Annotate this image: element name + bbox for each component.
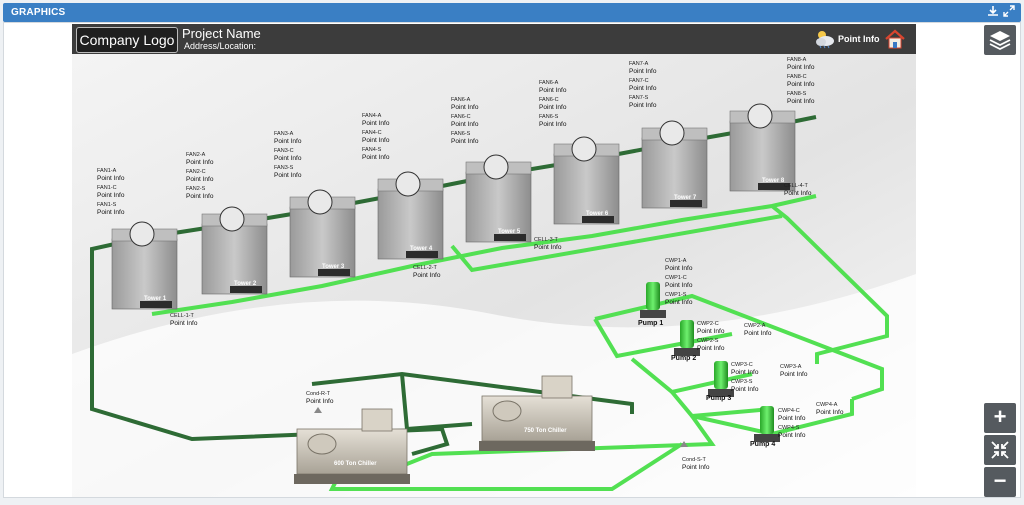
fan-labels-tower-1: FAN1-A Point Info FAN1-C Point Info FAN1-S…	[97, 168, 125, 217]
expand-icon[interactable]	[1002, 5, 1016, 19]
cell-1-label: CELL-1-T Point Info	[170, 313, 198, 328]
tower-name: Tower 2	[234, 281, 257, 287]
point-info-link[interactable]: Point Info	[665, 265, 692, 273]
point-info-link[interactable]: Point Info	[362, 120, 389, 128]
cell-4-label: CELL-4-T Point Info	[784, 183, 812, 198]
point-info-link[interactable]: Point Info	[682, 464, 709, 472]
point-info-link[interactable]: Point Info	[451, 138, 478, 146]
cell-3-label: CELL-3-T Point Info	[534, 237, 562, 252]
fan-labels-tower-4: FAN4-A Point Info FAN4-C Point Info FAN4-S…	[362, 113, 390, 162]
point-info-link[interactable]: Point Info	[629, 85, 656, 93]
pump-name: Pump 1	[638, 320, 664, 327]
point-info-link[interactable]: Point Info	[186, 176, 213, 184]
point-info-link[interactable]: Point Info	[170, 320, 197, 328]
layers-icon	[989, 31, 1011, 51]
layers-button[interactable]	[984, 25, 1016, 55]
pump-name: Pump 3	[706, 395, 732, 402]
point-info-link[interactable]: Point Info	[362, 137, 389, 145]
point-info-link[interactable]: Point Info	[186, 159, 213, 167]
point-info-link[interactable]: Point Info	[744, 330, 771, 338]
fan-labels-tower-7: FAN7-A Point Info FAN7-C Point Info FAN7-S…	[629, 61, 657, 110]
point-info-link[interactable]: Point Info	[816, 409, 843, 417]
zoom-out-button[interactable]: −	[984, 467, 1016, 497]
tower-name: Tower 3	[322, 264, 345, 270]
company-logo: Company Logo	[76, 27, 178, 53]
point-info-link[interactable]: Point Info	[697, 328, 724, 336]
tower-name: Tower 6	[586, 211, 609, 217]
tower-name: Tower 8	[762, 178, 785, 184]
point-info-link[interactable]: Point Info	[362, 154, 389, 162]
point-info-link[interactable]: Point Info	[787, 81, 814, 89]
project-name: Project Name	[182, 26, 261, 41]
chiller-name: 750 Ton Chiller	[524, 428, 567, 434]
zoom-in-button[interactable]: +	[984, 403, 1016, 433]
point-info-link[interactable]: Point Info	[451, 121, 478, 129]
point-info-link[interactable]: Point Info	[413, 272, 440, 280]
download-icon[interactable]	[986, 5, 1000, 19]
point-info-link[interactable]: Point Info	[787, 64, 814, 72]
tower-name: Tower 5	[498, 229, 521, 235]
point-info-link[interactable]: Point Info	[780, 371, 807, 379]
fit-screen-icon	[991, 441, 1009, 459]
point-info-link[interactable]: Point Info	[665, 282, 692, 290]
fan-labels-tower-5: FAN6-A Point Info FAN6-C Point Info FAN6-S…	[451, 97, 479, 146]
project-address: Address/Location:	[184, 41, 257, 51]
cond-r-t-label: Cond-R-T Point Info	[306, 391, 334, 406]
point-info-link[interactable]: Point Info	[274, 155, 301, 163]
point-info-link[interactable]: Point Info	[306, 398, 333, 406]
tower-name: Tower 7	[674, 195, 697, 201]
pump-name: Pump 2	[671, 355, 697, 362]
cell-2-label: CELL-2-T Point Info	[413, 265, 441, 280]
fan-labels-tower-3: FAN3-A Point Info FAN3-C Point Info FAN3-S…	[274, 131, 302, 180]
panel-header: GRAPHICS	[3, 3, 1021, 22]
point-info-link[interactable]: Point Info	[665, 299, 692, 307]
point-info-link[interactable]: Point Info	[784, 190, 811, 198]
zoom-in-icon: +	[993, 404, 1007, 429]
fan-labels-tower-8: FAN8-A Point Info FAN8-C Point Info FAN8-S…	[787, 57, 815, 106]
point-info-link[interactable]: Point Info	[97, 175, 124, 183]
point-info-link[interactable]: Point Info	[97, 192, 124, 200]
header-point-info[interactable]: Point Info	[838, 34, 880, 44]
chiller-name: 600 Ton Chiller	[334, 461, 377, 467]
home-icon[interactable]	[884, 28, 906, 50]
point-info-link[interactable]: Point Info	[778, 432, 805, 440]
graphic-canvas: Company Logo Project Name Address/Locati…	[72, 24, 916, 497]
point-info-link[interactable]: Point Info	[539, 121, 566, 129]
pump-2-amp: CWP2-A Point Info	[744, 323, 772, 338]
point-info-link[interactable]: Point Info	[534, 244, 561, 252]
point-info-link[interactable]: Point Info	[629, 68, 656, 76]
point-info-link[interactable]: Point Info	[539, 104, 566, 112]
point-info-link[interactable]: Point Info	[97, 209, 124, 217]
pump-1-tags: CWP1-A Point Info CWP1-C Point Info CWP1-S…	[665, 258, 693, 307]
point-info-link[interactable]: Point Info	[186, 193, 213, 201]
panel-title: GRAPHICS	[11, 7, 66, 18]
point-info-link[interactable]: Point Info	[451, 104, 478, 112]
pump-name: Pump 4	[750, 441, 776, 448]
pump-4-amp: CWP4-A Point Info	[816, 402, 844, 417]
fan-labels-tower-2: FAN2-A Point Info FAN2-C Point Info FAN2-S…	[186, 152, 214, 201]
pump-4-tags: CWP4-C Point Info CWP4-S Point Info	[778, 408, 806, 440]
point-info-link[interactable]: Point Info	[274, 138, 301, 146]
pump-2-tags: CWP2-C Point Info CWP2-S Point Info	[697, 321, 725, 353]
pump-3-amp: CWP3-A Point Info	[780, 364, 808, 379]
fan-labels-tower-6: FAN6-A Point Info FAN6-C Point Info FAN6-S…	[539, 80, 567, 129]
point-info-link[interactable]: Point Info	[629, 102, 656, 110]
point-info-link[interactable]: Point Info	[274, 172, 301, 180]
point-info-link[interactable]: Point Info	[731, 386, 758, 394]
tower-name: Tower 1	[144, 296, 167, 302]
fit-screen-button[interactable]	[984, 435, 1016, 465]
project-header-bar: Company Logo Project Name Address/Locati…	[72, 24, 916, 54]
zoom-out-icon: −	[993, 468, 1007, 493]
point-info-link[interactable]: Point Info	[697, 345, 724, 353]
point-info-link[interactable]: Point Info	[778, 415, 805, 423]
point-info-link[interactable]: Point Info	[787, 98, 814, 106]
point-info-link[interactable]: Point Info	[539, 87, 566, 95]
cond-s-t-label: Cond-S-T Point Info	[682, 457, 710, 472]
weather-icon[interactable]	[814, 29, 836, 49]
tower-name: Tower 4	[410, 246, 433, 252]
pump-3-tags: CWP3-C Point Info CWP3-S Point Info	[731, 362, 759, 394]
point-info-link[interactable]: Point Info	[731, 369, 758, 377]
